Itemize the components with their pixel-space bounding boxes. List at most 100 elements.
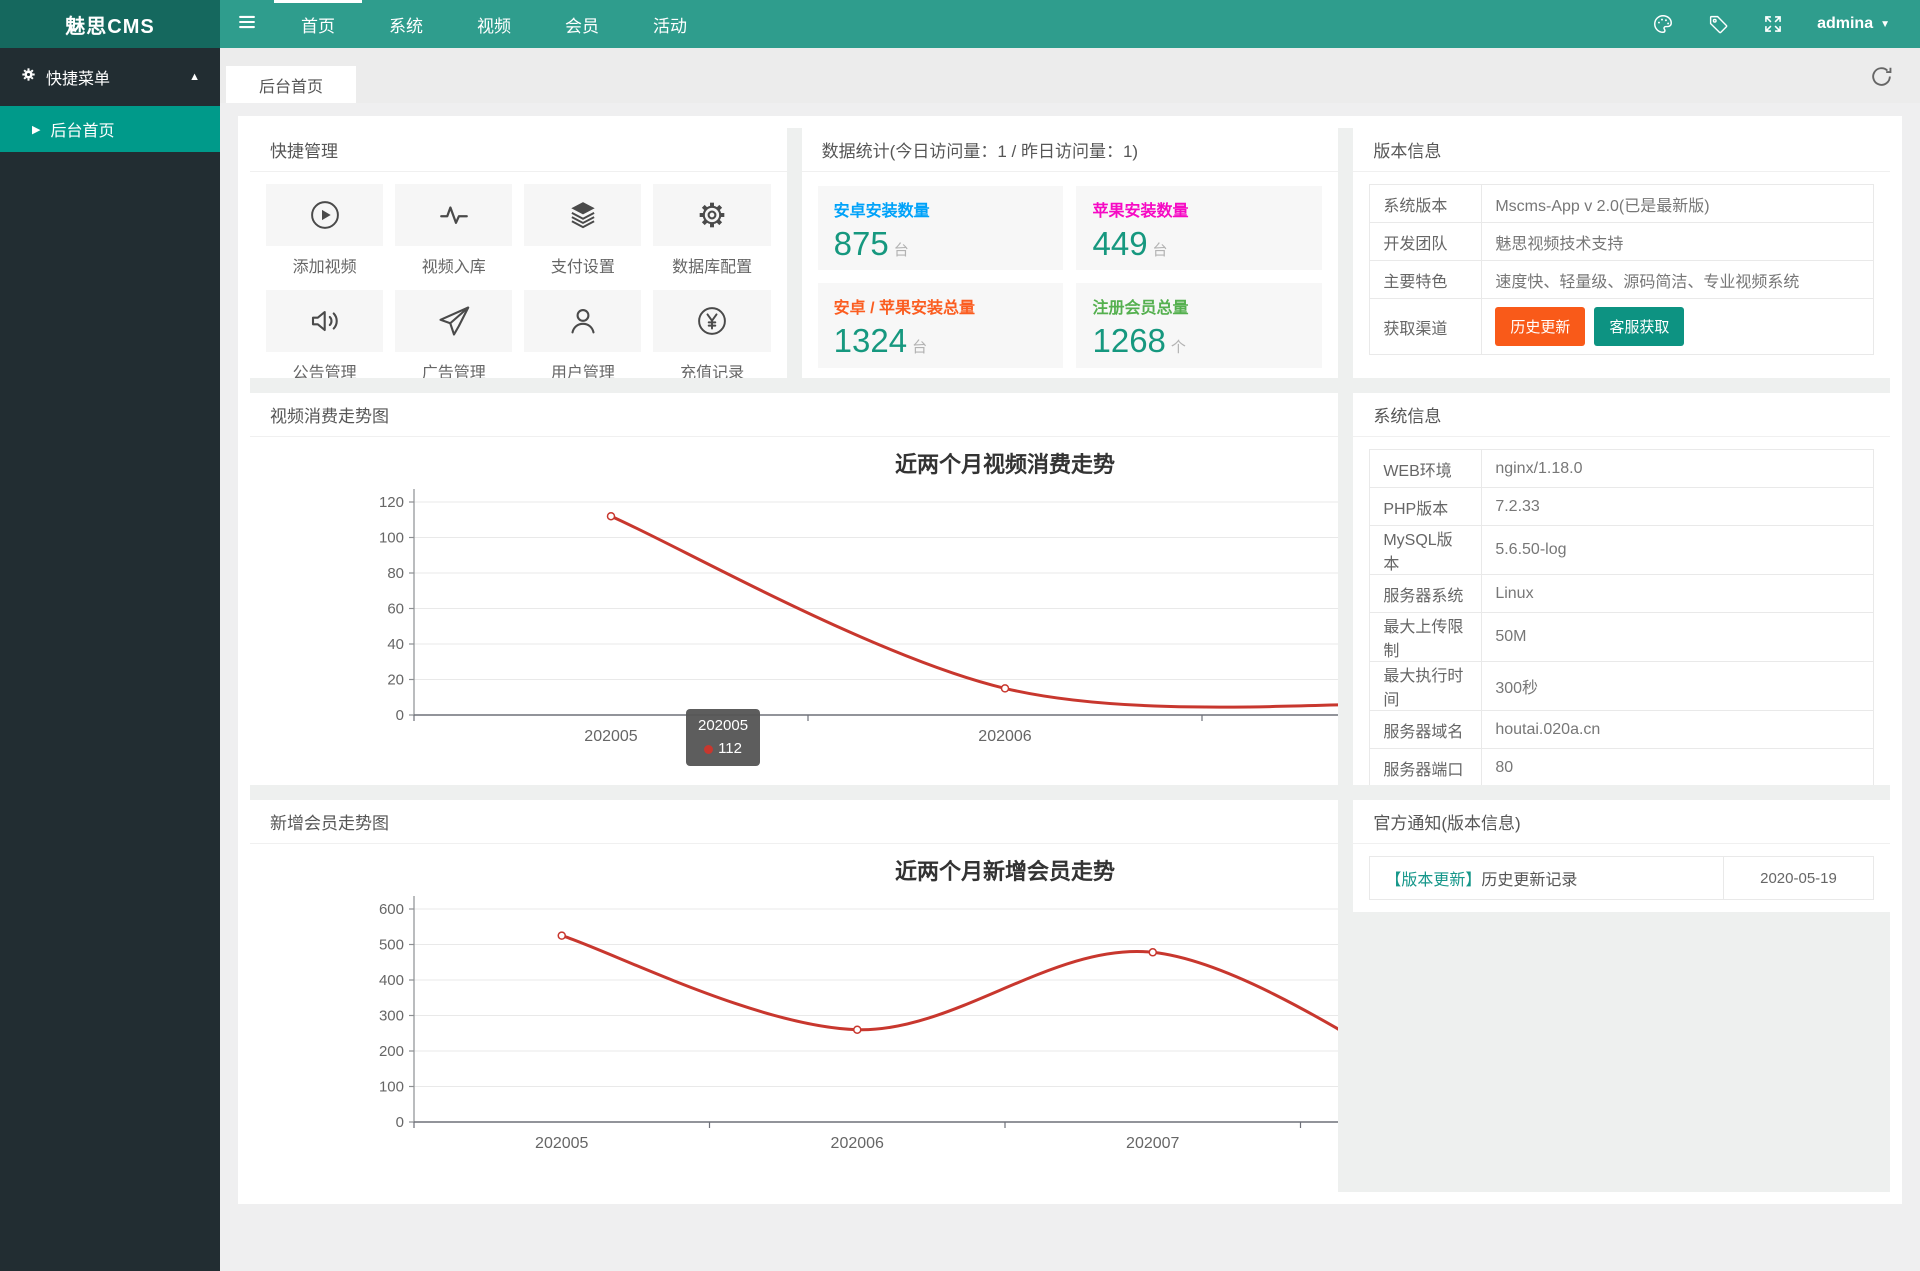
sidebar-section-header[interactable]: 快捷菜单 ▲ xyxy=(0,48,220,106)
palette-icon[interactable] xyxy=(1652,13,1674,35)
svg-text:80: 80 xyxy=(387,565,404,582)
quick-action-0[interactable]: 添加视频 xyxy=(266,184,383,277)
notice-link[interactable]: 【版本更新】历史更新记录 xyxy=(1370,857,1723,899)
video-trend-chart: 020406080100120202005202006202007近两个月视频消… xyxy=(250,437,1338,785)
svg-text:300: 300 xyxy=(379,1008,404,1025)
row-value: 300秒 xyxy=(1482,662,1874,711)
notice-list: 【版本更新】历史更新记录2020-05-19 xyxy=(1353,844,1890,912)
row-value: 5.6.50-log xyxy=(1482,526,1874,575)
system-table: WEB环境nginx/1.18.0PHP版本7.2.33MySQL版本5.6.5… xyxy=(1369,449,1874,785)
main-area: 后台首页 快捷管理 添加视频视频入库支付设置数据库配置公告管理广告管理用户管理充… xyxy=(220,48,1920,1271)
panel-official-notice: 官方通知(版本信息) 【版本更新】历史更新记录2020-05-19 xyxy=(1353,800,1890,912)
main-menu: 首页系统视频会员活动 xyxy=(274,0,714,48)
quick-action-label: 添加视频 xyxy=(266,253,383,277)
caret-down-icon: ▼ xyxy=(1880,19,1890,30)
gear-icon xyxy=(20,66,37,88)
quick-action-7[interactable]: 充值记录 xyxy=(653,290,770,378)
table-row: 最大执行时间300秒 xyxy=(1370,662,1874,711)
quick-action-3[interactable]: 数据库配置 xyxy=(653,184,770,277)
dashboard-card: 快捷管理 添加视频视频入库支付设置数据库配置公告管理广告管理用户管理充值记录 数… xyxy=(238,116,1902,1204)
svg-text:0: 0 xyxy=(396,1114,404,1131)
series-dot xyxy=(704,745,713,754)
row-value: 速度快、轻量级、源码简洁、专业视频系统 xyxy=(1482,261,1874,299)
pulse-icon xyxy=(395,184,512,246)
quick-action-6[interactable]: 用户管理 xyxy=(524,290,641,378)
fullscreen-icon[interactable] xyxy=(1763,14,1783,34)
row-label: MySQL版本 xyxy=(1370,526,1482,575)
top-navbar: 魅思CMS 首页系统视频会员活动 admina ▼ xyxy=(0,0,1920,48)
navbar-right: admina ▼ xyxy=(1652,0,1920,48)
svg-text:600: 600 xyxy=(379,901,404,918)
stat-label: 苹果安装数量 xyxy=(1092,197,1306,221)
paper-plane-icon xyxy=(395,290,512,352)
row-value: 50M xyxy=(1482,613,1874,662)
quick-action-label: 广告管理 xyxy=(395,359,512,378)
quick-actions: 添加视频视频入库支付设置数据库配置公告管理广告管理用户管理充值记录 xyxy=(250,172,787,378)
channel-button-1[interactable]: 客服获取 xyxy=(1594,307,1684,346)
stat-value: 1324台 xyxy=(834,323,1048,359)
speaker-icon xyxy=(266,290,383,352)
quick-action-label: 数据库配置 xyxy=(653,253,770,277)
quick-action-4[interactable]: 公告管理 xyxy=(266,290,383,378)
tag-icon[interactable] xyxy=(1708,14,1729,35)
refresh-icon[interactable] xyxy=(1869,64,1894,94)
panel-title: 版本信息 xyxy=(1353,128,1890,172)
chart-tooltip: 202005112 xyxy=(686,709,760,766)
table-row: 服务器系统Linux xyxy=(1370,575,1874,613)
panel-stats: 数据统计(今日访问量：1 / 昨日访问量：1) 安卓安装数量875台苹果安装数量… xyxy=(802,128,1339,378)
quick-action-1[interactable]: 视频入库 xyxy=(395,184,512,277)
table-row: WEB环境nginx/1.18.0 xyxy=(1370,450,1874,488)
stat-unit: 台 xyxy=(1153,242,1168,259)
svg-text:0: 0 xyxy=(396,707,404,724)
row-value: 历史更新客服获取 xyxy=(1482,299,1874,355)
nav-item-system[interactable]: 系统 xyxy=(362,0,450,48)
panel-title: 快捷管理 xyxy=(250,128,787,172)
sidebar: 快捷菜单 ▲ ▶后台首页 xyxy=(0,48,220,1271)
panel-version-info: 版本信息 系统版本Mscms-App v 2.0(已是最新版)开发团队魅思视频技… xyxy=(1353,128,1890,378)
table-row: 获取渠道历史更新客服获取 xyxy=(1370,299,1874,355)
notice-row-0: 【版本更新】历史更新记录2020-05-19 xyxy=(1369,856,1874,900)
svg-text:400: 400 xyxy=(379,972,404,989)
brand-logo[interactable]: 魅思CMS xyxy=(0,0,220,48)
svg-text:20: 20 xyxy=(387,672,404,689)
row-label: 开发团队 xyxy=(1370,223,1482,261)
svg-text:40: 40 xyxy=(387,636,404,653)
nav-item-member[interactable]: 会员 xyxy=(538,0,626,48)
svg-text:202006: 202006 xyxy=(831,1135,884,1152)
sidebar-toggle-button[interactable] xyxy=(220,0,274,48)
quick-action-5[interactable]: 广告管理 xyxy=(395,290,512,378)
table-row: PHP版本7.2.33 xyxy=(1370,488,1874,526)
channel-button-0[interactable]: 历史更新 xyxy=(1495,307,1585,346)
sidebar-item-0[interactable]: ▶后台首页 xyxy=(0,106,220,152)
caret-right-icon: ▶ xyxy=(32,123,40,136)
tab-bar: 后台首页 xyxy=(220,48,1920,103)
layers-icon xyxy=(524,184,641,246)
svg-text:近两个月视频消费走势: 近两个月视频消费走势 xyxy=(895,452,1115,477)
stats-tiles: 安卓安装数量875台苹果安装数量449台安卓 / 苹果安装总量1324台注册会员… xyxy=(802,172,1339,378)
stat-unit: 台 xyxy=(894,242,909,259)
row-label: 主要特色 xyxy=(1370,261,1482,299)
nav-item-activity[interactable]: 活动 xyxy=(626,0,714,48)
row-value: Linux xyxy=(1482,575,1874,613)
row-value: 80 xyxy=(1482,749,1874,786)
table-row: 最大上传限制50M xyxy=(1370,613,1874,662)
svg-text:202005: 202005 xyxy=(584,728,637,745)
row-label: 最大执行时间 xyxy=(1370,662,1482,711)
quick-action-label: 公告管理 xyxy=(266,359,383,378)
version-table: 系统版本Mscms-App v 2.0(已是最新版)开发团队魅思视频技术支持主要… xyxy=(1369,184,1874,355)
play-circle-icon xyxy=(266,184,383,246)
tab-backend-home[interactable]: 后台首页 xyxy=(226,66,356,103)
panel-member-trend: 新增会员走势图 01002003004005006002020052020062… xyxy=(250,800,1338,1192)
tooltip-value: 112 xyxy=(698,737,748,760)
panel-quick-manage: 快捷管理 添加视频视频入库支付设置数据库配置公告管理广告管理用户管理充值记录 xyxy=(250,128,787,378)
quick-action-2[interactable]: 支付设置 xyxy=(524,184,641,277)
stat-label: 安卓安装数量 xyxy=(834,197,1048,221)
sidebar-section-label: 快捷菜单 xyxy=(46,65,110,89)
user-dropdown[interactable]: admina ▼ xyxy=(1817,15,1890,33)
quick-action-label: 用户管理 xyxy=(524,359,641,378)
stat-tile-0: 安卓安装数量875台 xyxy=(818,186,1064,270)
quick-action-label: 充值记录 xyxy=(653,359,770,378)
stat-unit: 台 xyxy=(912,339,927,356)
nav-item-home[interactable]: 首页 xyxy=(274,0,362,48)
nav-item-video[interactable]: 视频 xyxy=(450,0,538,48)
